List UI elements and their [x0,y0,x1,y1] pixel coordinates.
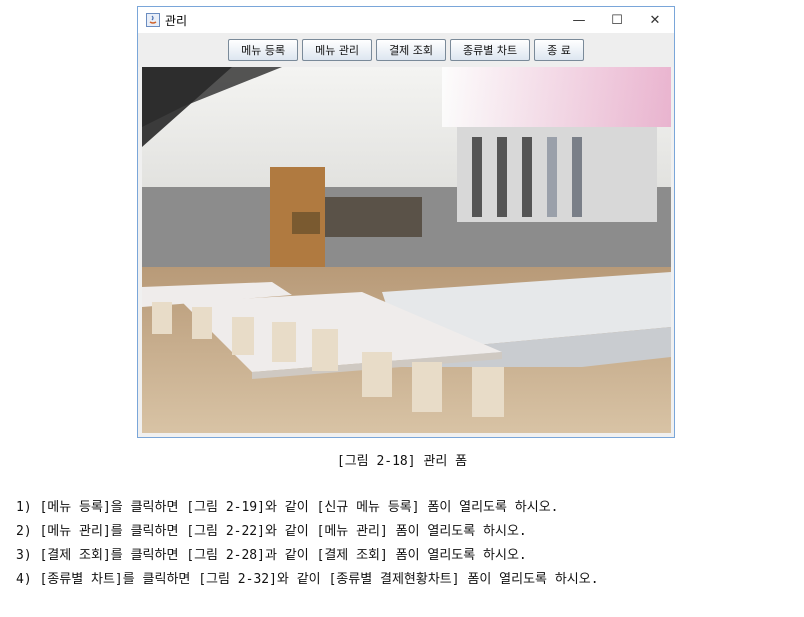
exit-button[interactable]: 종 료 [534,39,584,61]
menu-register-button[interactable]: 메뉴 등록 [228,39,299,61]
close-button[interactable]: ✕ [636,7,674,33]
menu-manage-button[interactable]: 메뉴 관리 [302,39,373,61]
window-title: 관리 [165,13,188,28]
cafeteria-photo [142,67,671,433]
category-chart-button[interactable]: 종류별 차트 [450,39,531,61]
app-window: 관리 — ☐ ✕ 메뉴 등록 메뉴 관리 결제 조회 종류별 차트 종 료 [137,6,675,438]
instruction-item: 4) [종류별 차트]를 클릭하면 [그림 2-32]와 같이 [종류별 결제현… [16,572,599,587]
maximize-button[interactable]: ☐ [598,7,636,33]
cafeteria-illustration [142,67,671,433]
figure-caption: [그림 2-18] 관리 폼 [336,454,468,469]
payment-lookup-button[interactable]: 결제 조회 [376,39,447,61]
instruction-item: 2) [메뉴 관리]를 클릭하면 [그림 2-22]와 같이 [메뉴 관리] 폼… [16,524,527,539]
instruction-item: 3) [결제 조회]를 클릭하면 [그림 2-28]과 같이 [결제 조회] 폼… [16,548,527,563]
toolbar: 메뉴 등록 메뉴 관리 결제 조회 종류별 차트 종 료 [138,33,674,67]
title-bar: 관리 — ☐ ✕ [138,7,674,33]
minimize-button[interactable]: — [560,7,598,33]
instructions-list: 1) [메뉴 등록]을 클릭하면 [그림 2-19]와 같이 [신규 메뉴 등록… [16,496,796,592]
java-app-icon [146,13,160,27]
instruction-item: 1) [메뉴 등록]을 클릭하면 [그림 2-19]와 같이 [신규 메뉴 등록… [16,500,559,515]
